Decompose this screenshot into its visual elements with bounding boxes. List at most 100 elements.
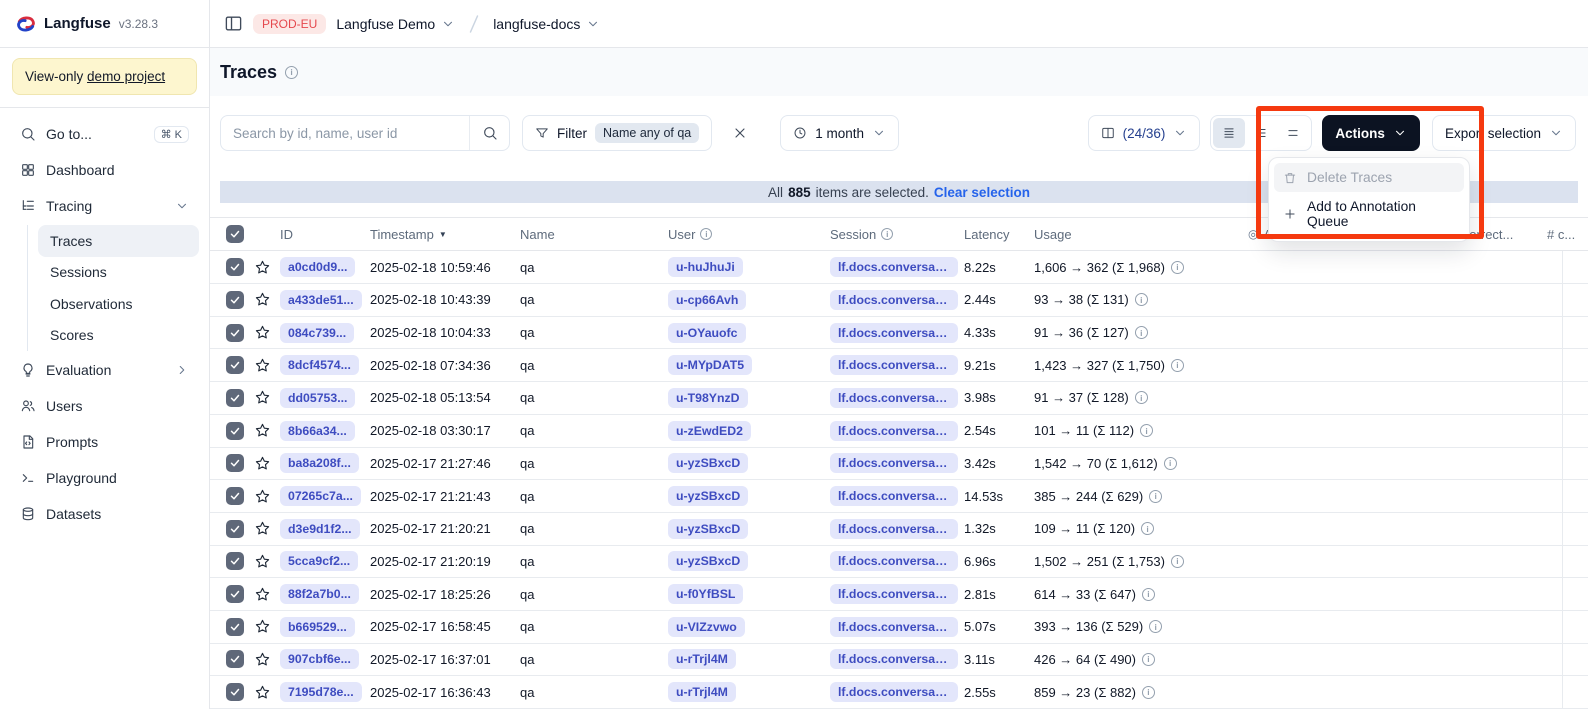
- col-header-latency[interactable]: Latency: [964, 227, 1034, 242]
- table-row[interactable]: 8dcf4574... 2025-02-18 07:34:36 qa u-MYp…: [210, 349, 1588, 382]
- info-icon[interactable]: i: [1140, 424, 1153, 437]
- star-icon[interactable]: [254, 553, 271, 570]
- actions-button[interactable]: Actions: [1322, 115, 1420, 151]
- table-row[interactable]: dd05753... 2025-02-18 05:13:54 qa u-T98Y…: [210, 382, 1588, 415]
- table-row[interactable]: 5cca9cf2... 2025-02-17 21:20:19 qa u-yzS…: [210, 546, 1588, 579]
- session-id-badge[interactable]: lf.docs.conversation...: [830, 649, 958, 669]
- star-icon[interactable]: [254, 291, 271, 308]
- row-checkbox[interactable]: [226, 552, 244, 570]
- info-icon[interactable]: i: [1141, 522, 1154, 535]
- trace-id-badge[interactable]: dd05753...: [280, 388, 355, 408]
- table-row[interactable]: 8b66a34... 2025-02-18 03:30:17 qa u-zEwd…: [210, 415, 1588, 448]
- sidebar-item-evaluation[interactable]: Evaluation: [10, 353, 199, 387]
- sidebar-item-goto[interactable]: Go to... ⌘ K: [10, 117, 199, 151]
- row-checkbox[interactable]: [226, 389, 244, 407]
- demo-project-link[interactable]: demo project: [87, 69, 165, 84]
- trace-id-badge[interactable]: 8dcf4574...: [280, 355, 359, 375]
- user-id-badge[interactable]: u-yzSBxcD: [668, 519, 748, 539]
- session-id-badge[interactable]: lf.docs.conversation...: [830, 421, 958, 441]
- star-icon[interactable]: [254, 618, 271, 635]
- user-id-badge[interactable]: u-yzSBxcD: [668, 551, 748, 571]
- star-icon[interactable]: [254, 324, 271, 341]
- table-row[interactable]: 07265c7a... 2025-02-17 21:21:43 qa u-yzS…: [210, 480, 1588, 513]
- session-id-badge[interactable]: lf.docs.conversation...: [830, 617, 958, 637]
- star-icon[interactable]: [254, 455, 271, 472]
- row-checkbox[interactable]: [226, 454, 244, 472]
- row-checkbox[interactable]: [226, 487, 244, 505]
- info-icon[interactable]: i: [700, 228, 712, 240]
- user-id-badge[interactable]: u-f0YfBSL: [668, 584, 743, 604]
- menu-item-delete-traces[interactable]: Delete Traces: [1274, 163, 1464, 192]
- session-id-badge[interactable]: lf.docs.conversation...: [830, 388, 958, 408]
- star-icon[interactable]: [254, 586, 271, 603]
- user-id-badge[interactable]: u-yzSBxcD: [668, 486, 748, 506]
- clear-filter-button[interactable]: [726, 115, 754, 151]
- search-submit-button[interactable]: [469, 116, 509, 150]
- sidebar-item-tracing[interactable]: Tracing: [10, 189, 199, 223]
- star-icon[interactable]: [254, 684, 271, 701]
- star-icon[interactable]: [254, 651, 271, 668]
- sidebar-item-sessions[interactable]: Sessions: [38, 257, 199, 289]
- info-icon[interactable]: i: [1171, 359, 1184, 372]
- session-id-badge[interactable]: lf.docs.conversation...: [830, 519, 958, 539]
- star-icon[interactable]: [254, 357, 271, 374]
- col-header-user[interactable]: Useri: [668, 227, 830, 242]
- table-row[interactable]: 88f2a7b0... 2025-02-17 18:25:26 qa u-f0Y…: [210, 578, 1588, 611]
- table-row[interactable]: d3e9d1f2... 2025-02-17 21:20:21 qa u-yzS…: [210, 513, 1588, 546]
- table-row[interactable]: ba8a208f... 2025-02-17 21:27:46 qa u-yzS…: [210, 448, 1588, 481]
- row-checkbox[interactable]: [226, 650, 244, 668]
- info-icon[interactable]: i: [1171, 261, 1184, 274]
- col-header-score-extra[interactable]: # c...: [1547, 227, 1588, 242]
- row-height-medium-button[interactable]: [1245, 118, 1277, 148]
- row-checkbox[interactable]: [226, 520, 244, 538]
- table-row[interactable]: a0cd0d9... 2025-02-18 10:59:46 qa u-huJh…: [210, 251, 1588, 284]
- session-id-badge[interactable]: lf.docs.conversation...: [830, 551, 958, 571]
- sidebar-item-dashboard[interactable]: Dashboard: [10, 153, 199, 187]
- sidebar-item-scores[interactable]: Scores: [38, 320, 199, 352]
- select-all-checkbox[interactable]: [226, 225, 244, 243]
- user-id-badge[interactable]: u-zEwdED2: [668, 421, 751, 441]
- user-id-badge[interactable]: u-rTrjl4M: [668, 649, 736, 669]
- info-icon[interactable]: i: [1142, 588, 1155, 601]
- row-checkbox[interactable]: [226, 291, 244, 309]
- trace-id-badge[interactable]: 084c739...: [280, 323, 354, 343]
- project-selector[interactable]: langfuse-docs: [493, 16, 600, 32]
- info-icon[interactable]: i: [1135, 293, 1148, 306]
- col-header-timestamp[interactable]: Timestamp▼: [370, 227, 520, 242]
- table-row[interactable]: 084c739... 2025-02-18 10:04:33 qa u-OYau…: [210, 317, 1588, 350]
- info-icon[interactable]: i: [1142, 686, 1155, 699]
- clear-selection-link[interactable]: Clear selection: [934, 185, 1030, 200]
- trace-id-badge[interactable]: 07265c7a...: [280, 486, 361, 506]
- info-icon[interactable]: i: [1135, 391, 1148, 404]
- trace-id-badge[interactable]: a0cd0d9...: [280, 257, 355, 277]
- col-header-usage[interactable]: Usage: [1034, 227, 1248, 242]
- info-icon[interactable]: i: [1149, 620, 1162, 633]
- row-checkbox[interactable]: [226, 258, 244, 276]
- menu-item-add-to-annotation-queue[interactable]: Add to Annotation Queue: [1274, 192, 1464, 236]
- sidebar-item-prompts[interactable]: Prompts: [10, 425, 199, 459]
- row-checkbox[interactable]: [226, 356, 244, 374]
- session-id-badge[interactable]: lf.docs.conversation...: [830, 682, 958, 702]
- sidebar-item-playground[interactable]: Playground: [10, 461, 199, 495]
- session-id-badge[interactable]: lf.docs.conversation...: [830, 486, 958, 506]
- trace-id-badge[interactable]: b669529...: [280, 617, 355, 637]
- trace-id-badge[interactable]: 5cca9cf2...: [280, 551, 358, 571]
- row-checkbox[interactable]: [226, 585, 244, 603]
- info-icon[interactable]: i: [1164, 457, 1177, 470]
- user-id-badge[interactable]: u-rTrjl4M: [668, 682, 736, 702]
- row-checkbox[interactable]: [226, 683, 244, 701]
- panel-toggle-icon[interactable]: [224, 14, 243, 33]
- user-id-badge[interactable]: u-huJhuJi: [668, 257, 743, 277]
- col-header-session[interactable]: Sessioni: [830, 227, 964, 242]
- user-id-badge[interactable]: u-cp66Avh: [668, 290, 746, 310]
- trace-id-badge[interactable]: 8b66a34...: [280, 421, 355, 441]
- time-range-select[interactable]: 1 month: [780, 115, 899, 151]
- info-icon[interactable]: i: [1142, 653, 1155, 666]
- user-id-badge[interactable]: u-yzSBxcD: [668, 453, 748, 473]
- org-selector[interactable]: Langfuse Demo: [336, 16, 455, 32]
- user-id-badge[interactable]: u-VIZzvwo: [668, 617, 745, 637]
- active-filter-chip[interactable]: Name any of qa: [595, 123, 699, 143]
- info-icon[interactable]: i: [881, 228, 893, 240]
- row-height-tall-button[interactable]: [1277, 118, 1309, 148]
- session-id-badge[interactable]: lf.docs.conversation...: [830, 257, 958, 277]
